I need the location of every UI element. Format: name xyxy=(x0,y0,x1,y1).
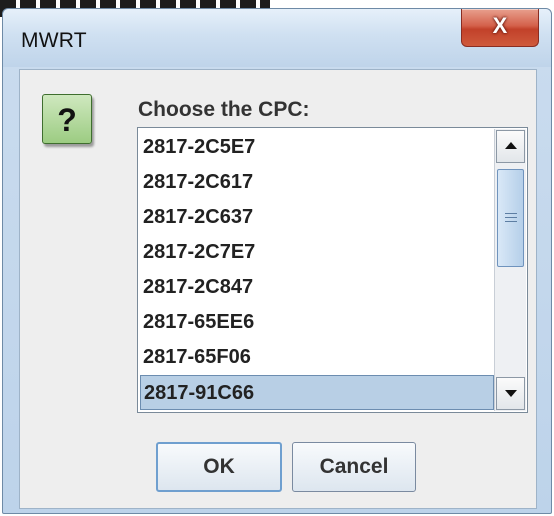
close-button[interactable]: X xyxy=(461,9,539,47)
grip-line-icon xyxy=(505,213,517,214)
question-icon: ? xyxy=(42,94,92,144)
cancel-button[interactable]: Cancel xyxy=(292,442,416,492)
vertical-scrollbar[interactable] xyxy=(494,129,526,411)
list-item[interactable]: 2817-2C7E7 xyxy=(140,235,494,270)
title-bar[interactable]: MWRT X xyxy=(3,9,551,67)
scroll-thumb[interactable] xyxy=(497,169,524,267)
ok-button[interactable]: OK xyxy=(156,442,282,492)
list-item[interactable]: 2817-2C847 xyxy=(140,270,494,305)
list-item[interactable]: 2817-2C637 xyxy=(140,200,494,235)
list-item[interactable]: 2817-2C617 xyxy=(140,165,494,200)
scroll-up-button[interactable] xyxy=(496,130,525,163)
list-item[interactable]: 2817-2C5E7 xyxy=(140,130,494,165)
arrow-up-icon xyxy=(505,142,517,149)
dialog-content: ? Choose the CPC: 2817-2C5E7 2817-2C617 … xyxy=(19,69,537,509)
window-title: MWRT xyxy=(21,29,87,52)
close-icon: X xyxy=(492,13,508,38)
grip-line-icon xyxy=(505,217,517,218)
scroll-down-button[interactable] xyxy=(496,377,525,410)
dialog-window: MWRT X ? Choose the CPC: 2817-2C5E7 2817… xyxy=(2,8,552,514)
arrow-down-icon xyxy=(505,390,517,397)
list-item[interactable]: 2817-65EE6 xyxy=(140,305,494,340)
list-item[interactable]: 2817-65F06 xyxy=(140,340,494,375)
prompt-label: Choose the CPC: xyxy=(138,98,310,121)
list-item-selected[interactable]: 2817-91C66 xyxy=(140,375,494,410)
grip-line-icon xyxy=(505,221,517,222)
question-mark: ? xyxy=(57,102,77,138)
cpc-list[interactable]: 2817-2C5E7 2817-2C617 2817-2C637 2817-2C… xyxy=(137,127,528,413)
cpc-list-items: 2817-2C5E7 2817-2C617 2817-2C637 2817-2C… xyxy=(140,130,494,410)
